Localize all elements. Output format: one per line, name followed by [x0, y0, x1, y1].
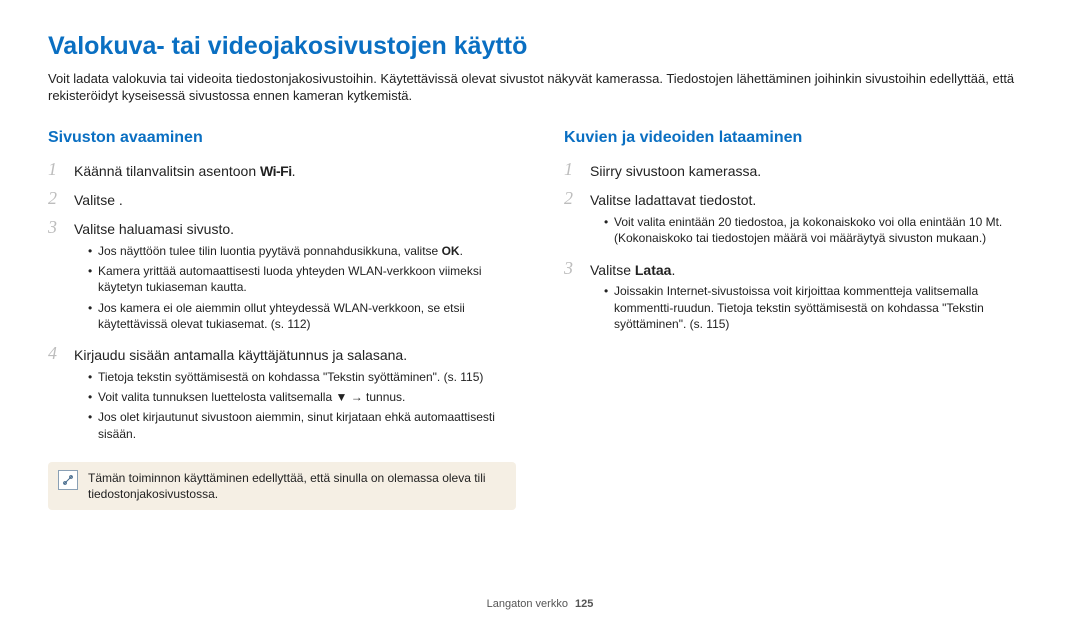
note-text: Tämän toiminnon käyttäminen edellyttää, … — [88, 470, 506, 502]
step-2-pre: Valitse — [74, 192, 119, 208]
step-2-post: . — [119, 192, 123, 208]
step-number: 2 — [48, 189, 64, 212]
note-icon — [58, 470, 78, 490]
r-step-2-text: Valitse ladattavat tiedostot. — [590, 191, 1032, 210]
r-step-2: 2 Valitse ladattavat tiedostot. Voit val… — [564, 191, 1032, 254]
step-3-bullets: Jos näyttöön tulee tilin luontia pyytävä… — [74, 243, 516, 332]
right-heading: Kuvien ja videoiden lataaminen — [564, 127, 1032, 149]
r-step-1-text: Siirry sivustoon kamerassa. — [590, 162, 1032, 181]
r-step-3-pre: Valitse — [590, 262, 635, 278]
list-item: Jos näyttöön tulee tilin luontia pyytävä… — [88, 243, 516, 259]
r-step-3-text: Valitse Lataa. — [590, 261, 1032, 280]
footer-page-number: 125 — [575, 598, 593, 610]
footer-section: Langaton verkko — [487, 598, 568, 610]
step-1-post: . — [292, 163, 296, 179]
bullet-mid: → — [347, 390, 366, 404]
left-heading: Sivuston avaaminen — [48, 127, 516, 149]
r-step-3-bold: Lataa — [635, 262, 672, 278]
page-title: Valokuva- tai videojakosivustojen käyttö — [48, 30, 1032, 64]
bullet-post: . — [460, 244, 463, 258]
step-3: 3 Valitse haluamasi sivusto. Jos näyttöö… — [48, 220, 516, 340]
r-step-3-bullets: Joissakin Internet-sivustoissa voit kirj… — [590, 283, 1032, 332]
r-step-1: 1 Siirry sivustoon kamerassa. — [564, 162, 1032, 185]
intro-paragraph: Voit ladata valokuvia tai videoita tiedo… — [48, 70, 1032, 105]
step-number: 1 — [564, 160, 580, 183]
list-item: Voit valita tunnuksen luettelosta valits… — [88, 389, 516, 405]
r-step-3: 3 Valitse Lataa. Joissakin Internet-sivu… — [564, 261, 1032, 340]
list-item: Kamera yrittää automaattisesti luoda yht… — [88, 263, 516, 295]
step-number: 3 — [564, 259, 580, 338]
right-column: Kuvien ja videoiden lataaminen 1 Siirry … — [564, 127, 1032, 510]
bullet-pre: Jos näyttöön tulee tilin luontia pyytävä… — [98, 244, 442, 258]
bullet-bold: OK — [442, 244, 460, 258]
left-column: Sivuston avaaminen 1 Käännä tilanvalitsi… — [48, 127, 516, 510]
bullet-pre: Voit valita tunnuksen luettelosta valits… — [98, 390, 335, 404]
step-3-text: Valitse haluamasi sivusto. — [74, 220, 516, 239]
step-1: 1 Käännä tilanvalitsin asentoon Wi-Fi. — [48, 162, 516, 185]
note-box: Tämän toiminnon käyttäminen edellyttää, … — [48, 462, 516, 510]
list-item: Joissakin Internet-sivustoissa voit kirj… — [604, 283, 1032, 332]
step-number: 4 — [48, 344, 64, 448]
step-4-text: Kirjaudu sisään antamalla käyttäjätunnus… — [74, 346, 516, 365]
r-step-2-bullets: Voit valita enintään 20 tiedostoa, ja ko… — [590, 214, 1032, 246]
list-item: Jos kamera ei ole aiemmin ollut yhteydes… — [88, 300, 516, 332]
r-step-3-post: . — [671, 262, 675, 278]
step-2: 2 Valitse . — [48, 191, 516, 214]
bullet-post: tunnus. — [366, 390, 405, 404]
list-item: Voit valita enintään 20 tiedostoa, ja ko… — [604, 214, 1032, 246]
step-number: 3 — [48, 218, 64, 338]
chevron-down-icon: ▼ — [335, 389, 347, 405]
step-number: 2 — [564, 189, 580, 252]
list-item: Tietoja tekstin syöttämisestä on kohdass… — [88, 369, 516, 385]
step-2-text: Valitse . — [74, 191, 516, 210]
wifi-label: Wi-Fi — [260, 163, 292, 179]
step-4: 4 Kirjaudu sisään antamalla käyttäjätunn… — [48, 346, 516, 450]
list-item: Jos olet kirjautunut sivustoon aiemmin, … — [88, 409, 516, 441]
step-number: 1 — [48, 160, 64, 183]
step-1-text: Käännä tilanvalitsin asentoon Wi-Fi. — [74, 162, 516, 181]
page-footer: Langaton verkko 125 — [0, 597, 1080, 612]
step-1-pre: Käännä tilanvalitsin asentoon — [74, 163, 260, 179]
step-4-bullets: Tietoja tekstin syöttämisestä on kohdass… — [74, 369, 516, 442]
